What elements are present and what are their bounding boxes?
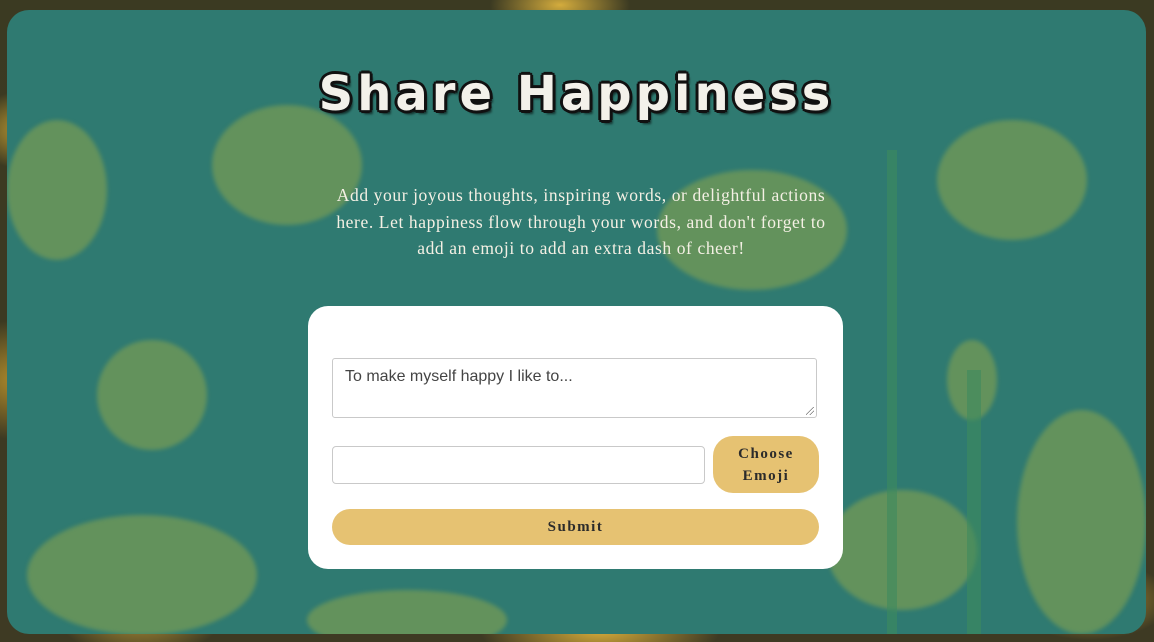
- flower-decoration: [97, 340, 207, 450]
- stem-decoration: [967, 370, 981, 634]
- flower-decoration: [827, 490, 977, 610]
- emoji-input[interactable]: [332, 446, 705, 484]
- resize-handle-icon[interactable]: [806, 407, 814, 415]
- flower-decoration: [27, 515, 257, 634]
- page-description: Add your joyous thoughts, inspiring word…: [336, 185, 826, 258]
- happiness-form-card: To make myself happy I like to... Choose…: [308, 306, 843, 569]
- flower-decoration: [1017, 410, 1146, 634]
- page-title: Share Happiness: [318, 66, 835, 122]
- flower-decoration: [307, 590, 507, 634]
- stem-decoration: [887, 150, 897, 634]
- flower-decoration: [937, 120, 1087, 240]
- thought-placeholder: To make myself happy I like to...: [345, 368, 573, 385]
- submit-button[interactable]: Submit: [332, 509, 819, 545]
- thought-textarea[interactable]: To make myself happy I like to...: [332, 358, 817, 418]
- choose-emoji-button[interactable]: Choose Emoji: [713, 436, 819, 493]
- flower-decoration: [7, 120, 107, 260]
